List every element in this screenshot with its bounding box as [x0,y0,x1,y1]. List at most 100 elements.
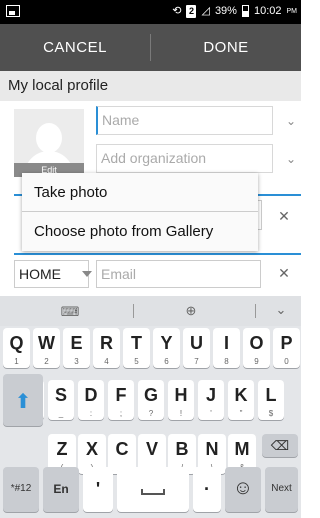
signal-icon: ◿ [201,5,210,17]
key-secondary: 3 [74,357,79,366]
key-p[interactable]: P0 [273,328,300,368]
menu-item-take-photo[interactable]: Take photo [22,173,258,212]
done-button[interactable]: DONE [151,24,301,71]
key-d[interactable]: D: [78,380,104,420]
key-secondary: 9 [254,357,259,366]
shift-key[interactable]: ⬆ [3,374,43,426]
status-icons: ⟲ 2 ◿ 39% 10:02 PM [172,4,297,18]
key-w[interactable]: W2 [33,328,60,368]
key-letter: I [223,333,229,353]
chevron-down-icon[interactable]: ⌄ [284,152,298,166]
key-letter: P [280,333,293,353]
key-secondary: 4 [104,357,109,366]
key-e[interactable]: E3 [63,328,90,368]
key-h[interactable]: H! [168,380,194,420]
key-k[interactable]: K " [228,380,254,420]
key-l[interactable]: L $ [258,380,284,420]
key-letter: M [234,439,250,459]
comma-key[interactable]: ' [83,467,113,512]
hide-keyboard-icon[interactable]: ⌄ [268,302,294,318]
name-field[interactable]: Name [96,106,273,135]
action-bar: CANCEL DONE [0,24,301,71]
key-secondary: 6 [164,357,169,366]
period-key-label: · [204,479,210,499]
battery-percent: 39% [214,5,237,17]
key-secondary: ? [148,409,154,418]
chevron-down-icon[interactable]: ⌄ [284,114,298,128]
dropdown-arrow-icon [82,271,92,277]
key-letter: H [174,385,188,405]
key-secondary: 8 [224,357,229,366]
next-key-label: Next [271,483,292,494]
profile-header: My local profile [0,71,301,101]
key-r[interactable]: R4 [93,328,120,368]
phone-field-edge [258,200,262,230]
key-u[interactable]: U7 [183,328,210,368]
key-letter: Q [9,333,24,353]
key-secondary: _ [58,409,64,418]
key-secondary: 1 [14,357,19,366]
key-secondary: 2 [44,357,49,366]
key-letter: D [84,385,98,405]
key-t[interactable]: T5 [123,328,150,368]
space-key[interactable] [117,467,189,512]
key-letter: N [205,439,219,459]
key-j[interactable]: J ' [198,380,224,420]
contact-photo[interactable]: Edit [14,109,84,177]
key-y[interactable]: Y6 [153,328,180,368]
keyboard-icon[interactable]: ⌨ [50,304,90,320]
key-letter: C [115,439,129,459]
language-key-label: En [53,482,69,496]
backspace-icon: ⌫ [270,438,290,453]
key-letter: B [175,439,189,459]
gallery-notification-icon [6,5,20,17]
key-letter: E [70,333,83,353]
avatar-head [36,123,62,153]
sim-icon: 2 [186,4,197,18]
backspace-key[interactable]: ⌫ [262,434,298,457]
email-field[interactable]: Email [96,260,261,288]
keyboard: ⌨ ⊕ ⌄ Q1W2E3R4T5Y6U7I8O9P0 A@S_D:F;G?H!J… [0,296,301,518]
key-letter: L [265,385,277,405]
key-letter: F [115,385,127,405]
globe-icon[interactable]: ⊕ [176,303,206,319]
remove-email-icon[interactable]: ✕ [276,265,292,281]
key-letter: J [205,385,216,405]
key-letter: R [100,333,113,353]
period-key[interactable]: · [193,467,221,512]
menu-item-choose-gallery[interactable]: Choose photo from Gallery [22,212,258,251]
key-letter: Y [160,333,173,353]
key-q[interactable]: Q1 [3,328,30,368]
organization-field[interactable]: Add organization [96,144,273,173]
vibrate-icon: ⟲ [172,5,182,17]
language-key[interactable]: En [43,467,79,512]
key-i[interactable]: I8 [213,328,240,368]
key-secondary: ! [179,409,183,418]
clock-ampm: PM [286,7,298,15]
key-letter: Z [56,439,68,459]
key-secondary: ; [119,409,123,418]
comma-key-label: ' [95,479,101,499]
section-divider [14,253,301,255]
key-secondary: 0 [284,357,289,366]
key-g[interactable]: G? [138,380,164,420]
cancel-button[interactable]: CANCEL [0,24,150,71]
key-secondary: " [239,409,243,418]
key-secondary: ' [210,409,212,418]
emoji-key[interactable]: ☺ [225,467,261,512]
key-o[interactable]: O9 [243,328,270,368]
next-key[interactable]: Next [265,467,298,512]
key-f[interactable]: F; [108,380,134,420]
key-s[interactable]: S _ [48,380,74,420]
email-type-select[interactable]: HOME [14,260,89,288]
key-letter: V [145,439,158,459]
key-letter: S [54,385,67,405]
symbols-key[interactable]: *#12 [3,467,39,512]
key-secondary: $ [268,409,274,418]
space-bar-icon [141,489,165,495]
remove-phone-icon[interactable]: ✕ [276,208,292,224]
status-bar: ⟲ 2 ◿ 39% 10:02 PM [0,0,301,24]
symbols-key-label: *#12 [10,483,32,494]
toolbar-divider [133,304,134,318]
battery-icon [241,5,249,17]
